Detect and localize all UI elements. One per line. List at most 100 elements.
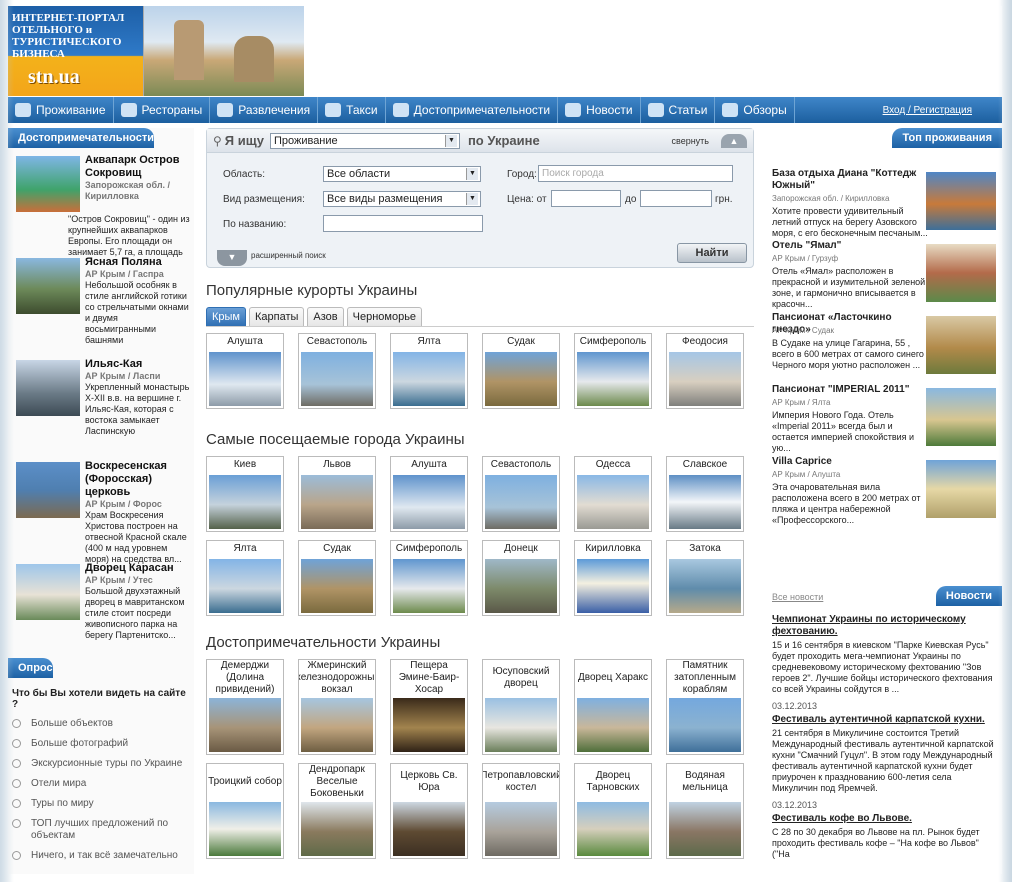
- tab-carpathians[interactable]: Карпаты: [249, 307, 305, 326]
- city-card[interactable]: Славское: [666, 456, 744, 532]
- radio-button[interactable]: [12, 719, 21, 728]
- attraction-card[interactable]: Памятник затопленным кораблям: [666, 659, 744, 755]
- attraction-card[interactable]: Дворец Тарновских: [574, 763, 652, 859]
- attraction-card[interactable]: Троицкий собор: [206, 763, 284, 859]
- city-card[interactable]: Алушта: [390, 456, 468, 532]
- attraction-card[interactable]: Петропавловский костел: [482, 763, 560, 859]
- hotel-item[interactable]: Пансионат «Ласточкино гнездо» АР Крым / …: [766, 312, 1002, 384]
- login-link[interactable]: Вход / Регистрация: [883, 105, 1002, 116]
- poll-option[interactable]: Ничего, и так всё замечательно: [12, 850, 194, 862]
- name-input[interactable]: [323, 215, 483, 232]
- hotel-image[interactable]: [926, 172, 996, 230]
- sight-item[interactable]: Ильяс-Кая АР Крым / Ласпи Укрепленный мон…: [8, 356, 194, 454]
- resort-card[interactable]: Ялта: [390, 333, 468, 409]
- nav-item-reviews[interactable]: Обзоры: [715, 97, 795, 123]
- sight-item[interactable]: Дворец Карасан АР Крым / Утес Большой дву…: [8, 560, 194, 658]
- region-select[interactable]: Все области: [323, 166, 481, 182]
- city-card[interactable]: Киев: [206, 456, 284, 532]
- attraction-card[interactable]: Юсуповский дворец: [482, 659, 560, 755]
- news-title[interactable]: Фестиваль кофе во Львове.: [772, 813, 996, 825]
- hotel-title[interactable]: Пансионат "IMPERIAL 2011": [772, 384, 922, 396]
- city-card[interactable]: Львов: [298, 456, 376, 532]
- attraction-card[interactable]: Церковь Св. Юра: [390, 763, 468, 859]
- nav-item-taxi[interactable]: Такси: [318, 97, 386, 123]
- main-nav: Проживание Рестораны Развлечения Такси Д…: [8, 97, 1002, 123]
- tab-azov[interactable]: Азов: [307, 307, 344, 326]
- hotel-image[interactable]: [926, 388, 996, 446]
- sight-item[interactable]: Ясная Поляна АР Крым / Гаспра Небольшой о…: [8, 254, 194, 352]
- city-card[interactable]: Судак: [298, 540, 376, 616]
- news-title[interactable]: Чемпионат Украины по историческому фехто…: [772, 614, 996, 638]
- sight-title[interactable]: Аквапарк Остров Сокровищ Запорожская обл.…: [85, 154, 190, 202]
- collapse-link[interactable]: свернуть: [672, 136, 709, 146]
- attraction-card[interactable]: Дворец Харакс: [574, 659, 652, 755]
- attraction-card[interactable]: Пещера Эмине-Баир-Хосар: [390, 659, 468, 755]
- poll-option[interactable]: Больше объектов: [12, 718, 194, 730]
- resort-card[interactable]: Симферополь: [574, 333, 652, 409]
- nav-item-sights[interactable]: Достопримечательности: [386, 97, 559, 123]
- find-button[interactable]: Найти: [677, 243, 747, 263]
- radio-button[interactable]: [12, 851, 21, 860]
- price-from-input[interactable]: [551, 190, 621, 207]
- sight-title[interactable]: Ясная Поляна АР Крым / Гаспра: [85, 256, 190, 280]
- city-input[interactable]: Поиск города: [538, 165, 733, 182]
- price-to-input[interactable]: [640, 190, 712, 207]
- radio-button[interactable]: [12, 799, 21, 808]
- poll-option[interactable]: Туры по миру: [12, 798, 194, 810]
- news-title[interactable]: Фестиваль аутентичной карпатской кухни.: [772, 714, 996, 726]
- sight-title[interactable]: Воскресенская (Форосская) церковь АР Крым…: [85, 460, 190, 510]
- city-card[interactable]: Симферополь: [390, 540, 468, 616]
- city-card[interactable]: Кирилловка: [574, 540, 652, 616]
- resort-card[interactable]: Феодосия: [666, 333, 744, 409]
- hotel-title[interactable]: База отдыха Диана "Коттедж Южный": [772, 168, 922, 192]
- radio-button[interactable]: [12, 779, 21, 788]
- radio-button[interactable]: [12, 759, 21, 768]
- search-type-select[interactable]: Проживание: [269, 132, 460, 149]
- hotel-item[interactable]: Villa Caprice АР Крым / Алушта Эта очаро…: [766, 456, 1002, 528]
- city-card[interactable]: Затока: [666, 540, 744, 616]
- site-logo[interactable]: ИНТЕРНЕТ-ПОРТАЛ ОТЕЛЬНОГО и ТУРИСТИЧЕСКО…: [8, 6, 144, 96]
- all-news-link[interactable]: Все новости: [766, 586, 829, 608]
- advanced-search-link[interactable]: расширенный поиск: [251, 251, 326, 260]
- city-card[interactable]: Ялта: [206, 540, 284, 616]
- sight-item[interactable]: Аквапарк Остров Сокровищ Запорожская обл.…: [8, 152, 194, 257]
- hotel-item[interactable]: База отдыха Диана "Коттедж Южный" Запоро…: [766, 168, 1002, 240]
- attraction-card[interactable]: Демерджи (Долина привидений): [206, 659, 284, 755]
- radio-button[interactable]: [12, 739, 21, 748]
- attraction-card[interactable]: Водяная мельница: [666, 763, 744, 859]
- sight-item[interactable]: Воскресенская (Форосская) церковь АР Крым…: [8, 458, 194, 564]
- nav-item-news[interactable]: Новости: [558, 97, 641, 123]
- sight-title[interactable]: Ильяс-Кая АР Крым / Ласпи: [85, 358, 190, 382]
- poll-option[interactable]: Больше фотографий: [12, 738, 194, 750]
- nav-item-entertainment[interactable]: Развлечения: [210, 97, 319, 123]
- tab-crimea[interactable]: Крым: [206, 307, 246, 326]
- hotel-image[interactable]: [926, 244, 996, 302]
- city-card[interactable]: Одесса: [574, 456, 652, 532]
- collapse-arrow-icon[interactable]: ▲: [721, 133, 747, 148]
- poll-option[interactable]: Экскурсионные туры по Украине: [12, 758, 194, 770]
- resort-card[interactable]: Севастополь: [298, 333, 376, 409]
- hotel-image[interactable]: [926, 316, 996, 374]
- resort-card[interactable]: Судак: [482, 333, 560, 409]
- hotel-image[interactable]: [926, 460, 996, 518]
- tab-black-sea[interactable]: Черноморье: [346, 307, 423, 326]
- nav-item-lodging[interactable]: Проживание: [8, 97, 114, 123]
- poll-option[interactable]: ТОП лучших предложений по объектам: [12, 818, 194, 842]
- city-card[interactable]: Донецк: [482, 540, 560, 616]
- nav-item-articles[interactable]: Статьи: [641, 97, 716, 123]
- radio-button[interactable]: [12, 819, 21, 828]
- city-card[interactable]: Севастополь: [482, 456, 560, 532]
- hotel-title[interactable]: Отель "Ямал": [772, 240, 922, 252]
- accommodation-select[interactable]: Все виды размещения: [323, 191, 481, 207]
- hotel-item[interactable]: Отель "Ямал" АР Крым / Гурзуф Отель «Яма…: [766, 240, 1002, 312]
- resort-card[interactable]: Алушта: [206, 333, 284, 409]
- hotel-title[interactable]: Villa Caprice: [772, 456, 922, 468]
- hotel-item[interactable]: Пансионат "IMPERIAL 2011" АР Крым / Ялта…: [766, 384, 1002, 456]
- expand-arrow-icon[interactable]: ▼: [217, 250, 247, 266]
- sight-title[interactable]: Дворец Карасан АР Крым / Утес: [85, 562, 190, 586]
- attraction-card[interactable]: Дендропарк Веселые Боковеньки: [298, 763, 376, 859]
- nav-item-restaurants[interactable]: Рестораны: [114, 97, 211, 123]
- sight-thumbnail[interactable]: [16, 156, 80, 212]
- attraction-card[interactable]: Жмеринский железнодорожный вокзал: [298, 659, 376, 755]
- poll-option[interactable]: Отели мира: [12, 778, 194, 790]
